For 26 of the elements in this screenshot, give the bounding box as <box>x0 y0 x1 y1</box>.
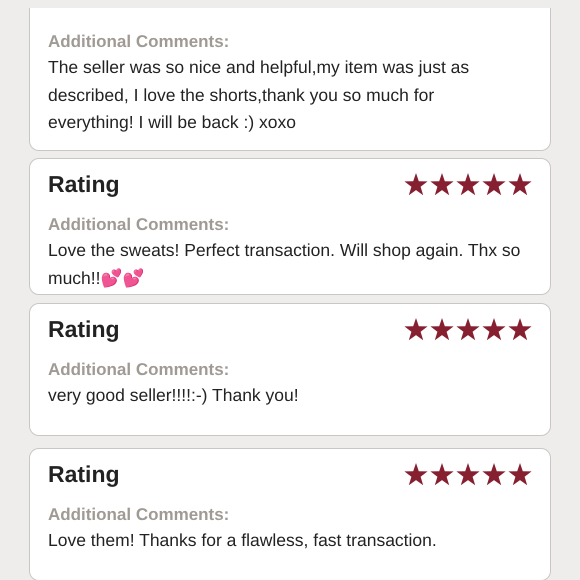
star-icon <box>404 172 428 196</box>
star-icon <box>508 318 532 340</box>
star-icon <box>430 462 454 486</box>
comment-text: very good seller!!!!:-) Thank you! <box>48 384 300 407</box>
star-icon <box>456 172 480 196</box>
star-icon <box>430 172 454 196</box>
comments-label: Additional Comments: <box>48 359 230 381</box>
star-icon <box>430 318 454 340</box>
rating-label: Rating <box>48 460 120 489</box>
star-icon <box>456 462 480 486</box>
star-icon <box>456 318 480 340</box>
rating-label: Rating <box>48 314 120 344</box>
comments-label: Additional Comments: <box>48 31 230 53</box>
comments-label: Additional Comments: <box>48 214 230 236</box>
rating-label: Rating <box>48 170 120 199</box>
star-icon <box>482 462 506 486</box>
comments-label: Additional Comments: <box>48 504 230 526</box>
star-icon <box>508 462 532 486</box>
star-icon <box>404 462 428 486</box>
comment-text: Love the sweats! Perfect transaction. Will shop again. Thx so much!!💕💕 <box>48 239 522 290</box>
star-icon <box>482 318 506 340</box>
star-icon <box>404 318 428 340</box>
star-icon <box>508 172 532 196</box>
comment-text: Love them! Thanks for a flawless, fast transaction. <box>48 529 438 552</box>
comment-text: The seller was so nice and helpful,my item was just as described, I love the shorts,thank you so much for everything! I will be back :) xoxo <box>48 56 470 134</box>
star-icon <box>482 172 506 196</box>
